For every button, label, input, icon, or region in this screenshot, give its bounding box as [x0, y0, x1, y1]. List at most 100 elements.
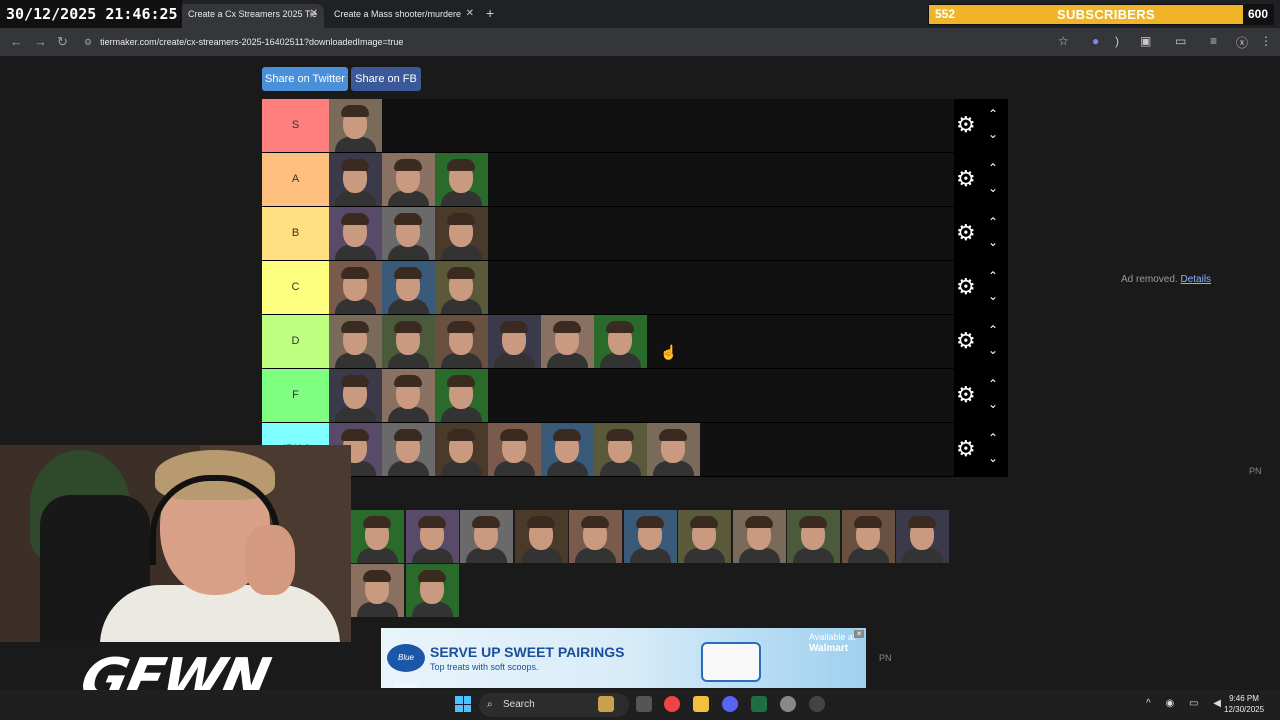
pool-item-image[interactable] [569, 510, 622, 563]
pool-item-image[interactable] [351, 510, 404, 563]
gear-icon[interactable]: ⚙ [956, 221, 976, 245]
tier-item-image[interactable] [488, 423, 541, 476]
tier-item-image[interactable] [382, 315, 435, 368]
tab-tiermaker[interactable]: Create a Cx Streamers 2025 Tie ✕ [178, 4, 324, 28]
pool-item-image[interactable] [896, 510, 949, 563]
tier-item-image[interactable] [329, 153, 382, 206]
gear-icon[interactable]: ⚙ [956, 437, 976, 461]
file-explorer-icon[interactable] [693, 696, 709, 712]
cast-icon[interactable]: ▭ [1175, 34, 1186, 48]
bookmark-star-icon[interactable]: ☆ [1058, 34, 1069, 48]
move-down-icon[interactable]: ⌄ [988, 235, 998, 249]
ad-banner[interactable]: Blue Bunny SERVE UP SWEET PAIRINGS Top t… [381, 628, 866, 688]
forward-icon[interactable]: → [34, 34, 47, 49]
gear-icon[interactable]: ⚙ [956, 329, 976, 353]
move-down-icon[interactable]: ⌄ [988, 181, 998, 195]
tier-item-image[interactable] [382, 207, 435, 260]
pool-item-image[interactable] [460, 510, 513, 563]
gear-icon[interactable]: ⚙ [956, 167, 976, 191]
taskbar-clock[interactable]: 9:46 PM 12/30/2025 [1224, 693, 1264, 715]
ad-details-link[interactable]: Details [1180, 274, 1211, 285]
tier-item-image[interactable] [435, 207, 488, 260]
gear-icon[interactable]: ⚙ [956, 275, 976, 299]
task-view-icon[interactable] [636, 696, 652, 712]
audio-icon[interactable]: ) [1115, 34, 1119, 48]
pool-item-image[interactable] [841, 510, 895, 563]
move-down-icon[interactable]: ⌄ [988, 289, 998, 303]
move-down-icon[interactable]: ⌄ [988, 397, 998, 411]
gear-icon[interactable]: ⚙ [956, 383, 976, 407]
close-icon[interactable]: ✕ [466, 4, 474, 24]
pool-item-image[interactable] [787, 510, 840, 563]
profile-avatar-icon[interactable]: ⓧ [1236, 34, 1248, 51]
url-field[interactable]: ⚙ tiermaker.com/create/cx-streamers-2025-… [84, 32, 1084, 52]
app-icon[interactable] [780, 696, 796, 712]
tier-label[interactable]: D [262, 315, 329, 368]
extensions-puzzle-icon[interactable]: ▣ [1140, 34, 1151, 48]
tab-second[interactable]: Create a Mass shooter/murdere ✕ [324, 4, 480, 28]
tier-item-image[interactable] [594, 423, 647, 476]
tier-label[interactable]: B [262, 207, 329, 260]
tier-item-image[interactable] [329, 261, 382, 314]
tier-item-image[interactable] [382, 423, 435, 476]
pool-item-image[interactable] [351, 564, 404, 617]
tier-item-image[interactable] [594, 315, 647, 368]
tier-label[interactable]: C [262, 261, 329, 314]
menu-kebab-icon[interactable]: ⋮ [1260, 34, 1272, 48]
tier-item-image[interactable] [435, 423, 488, 476]
pool-item-image[interactable] [732, 510, 786, 563]
unranked-pool [351, 510, 955, 618]
move-up-icon[interactable]: ⌃ [988, 161, 998, 175]
new-tab-icon[interactable]: + [486, 5, 494, 21]
tier-item-image[interactable] [329, 315, 382, 368]
share-twitter-button[interactable]: Share on Twitter [262, 67, 348, 91]
move-up-icon[interactable]: ⌃ [988, 323, 998, 337]
tier-item-image[interactable] [435, 315, 488, 368]
tier-item-image[interactable] [435, 369, 488, 422]
tier-item-image[interactable] [488, 315, 541, 368]
clock-app-icon[interactable] [809, 696, 825, 712]
tier-item-image[interactable] [541, 315, 594, 368]
tier-label[interactable]: F [262, 369, 329, 422]
site-info-icon[interactable]: ⚙ [84, 37, 92, 47]
tier-item-image[interactable] [329, 207, 382, 260]
pool-item-image[interactable] [623, 510, 677, 563]
tier-item-image[interactable] [541, 423, 594, 476]
chrome-icon[interactable] [664, 696, 680, 712]
share-facebook-button[interactable]: Share on FB [351, 67, 421, 91]
move-down-icon[interactable]: ⌄ [988, 451, 998, 465]
tier-item-image[interactable] [329, 99, 382, 152]
back-icon[interactable]: ← [10, 34, 23, 49]
pool-item-image[interactable] [514, 510, 568, 563]
tier-item-image[interactable] [435, 153, 488, 206]
tier-item-image[interactable] [329, 369, 382, 422]
pool-item-image[interactable] [405, 564, 459, 617]
move-up-icon[interactable]: ⌃ [988, 377, 998, 391]
discord-icon[interactable] [722, 696, 738, 712]
tier-item-image[interactable] [382, 261, 435, 314]
extension-icon[interactable]: ● [1092, 34, 1099, 48]
move-up-icon[interactable]: ⌃ [988, 431, 998, 445]
start-button-icon[interactable] [455, 696, 471, 712]
tier-label[interactable]: A [262, 153, 329, 206]
close-icon[interactable]: ✕ [310, 4, 318, 24]
system-tray[interactable]: ^ ◉ ▭ ◀ [1146, 698, 1227, 709]
widgets-icon[interactable] [598, 696, 614, 712]
excel-icon[interactable] [751, 696, 767, 712]
move-up-icon[interactable]: ⌃ [988, 107, 998, 121]
ad-close-icon[interactable]: ✕ [854, 630, 864, 638]
reload-icon[interactable]: ↻ [57, 34, 68, 50]
media-queue-icon[interactable]: ≡ [1210, 34, 1217, 48]
tier-label[interactable]: S [262, 99, 329, 152]
move-up-icon[interactable]: ⌃ [988, 269, 998, 283]
pool-item-image[interactable] [678, 510, 731, 563]
tier-item-image[interactable] [435, 261, 488, 314]
move-down-icon[interactable]: ⌄ [988, 127, 998, 141]
gear-icon[interactable]: ⚙ [956, 113, 976, 137]
pool-item-image[interactable] [405, 510, 459, 563]
tier-item-image[interactable] [382, 153, 435, 206]
tier-item-image[interactable] [382, 369, 435, 422]
tier-item-image[interactable] [647, 423, 700, 476]
move-down-icon[interactable]: ⌄ [988, 343, 998, 357]
move-up-icon[interactable]: ⌃ [988, 215, 998, 229]
